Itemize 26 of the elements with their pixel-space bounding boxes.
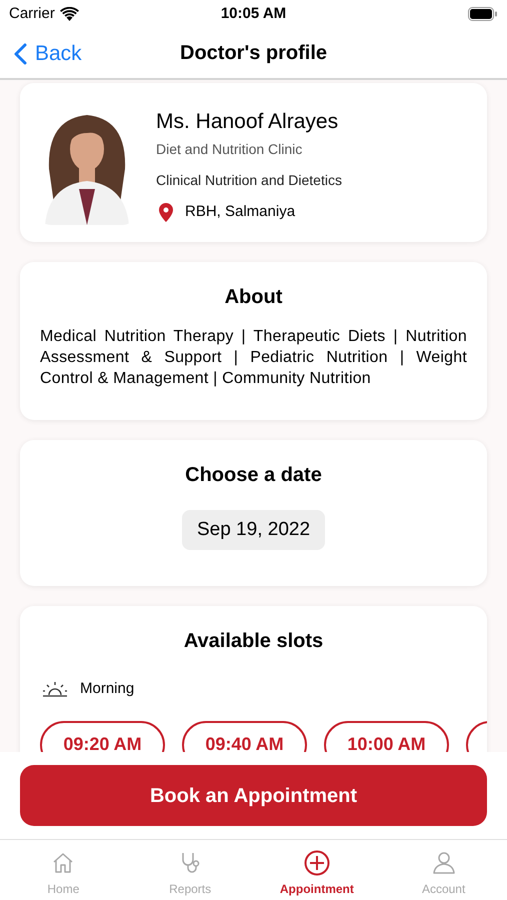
section-title: Available slots — [184, 629, 324, 654]
screen-title: Doctor's profile — [180, 41, 327, 66]
time-slot[interactable]: 09:20 AM — [40, 720, 165, 752]
battery-icon — [468, 7, 498, 21]
tab-bar-item[interactable]: Appointment — [254, 840, 380, 900]
section-title: Choose a date — [185, 463, 322, 488]
time-slot[interactable]: 09:40 AM — [182, 720, 307, 752]
clinic-name: Diet and Nutrition Clinic — [156, 140, 304, 159]
plus-circle-icon — [304, 850, 330, 876]
period-label: Morning — [80, 679, 134, 699]
book-appointment-button[interactable]: Book an Appointment — [20, 765, 487, 826]
date-picker[interactable]: Sep 19, 2022 — [182, 510, 326, 550]
carrier-label: Carrier — [9, 4, 55, 24]
time-slot[interactable]: 10:00 AM — [324, 720, 449, 752]
chevron-left-icon — [14, 42, 27, 65]
back-button[interactable]: Back — [14, 38, 82, 70]
doctor-name: Ms. Hanoof Alrayes — [156, 109, 340, 135]
about-text: Medical Nutrition Therapy | Therapeutic Diets | Nutrition Assessment & Support | Pediatric Nutrition | Weight Control & Management | Community Nutrition — [40, 327, 467, 389]
wifi-icon — [60, 7, 79, 21]
person-icon — [430, 850, 457, 876]
status-time: 10:05 AM — [220, 4, 286, 24]
location-label: RBH, Salmaniya — [185, 202, 296, 222]
section-title: About — [224, 285, 282, 310]
sunrise-icon — [42, 681, 68, 698]
specialty: Clinical Nutrition and Dietetics — [156, 171, 342, 190]
location-pin-icon — [159, 202, 173, 222]
